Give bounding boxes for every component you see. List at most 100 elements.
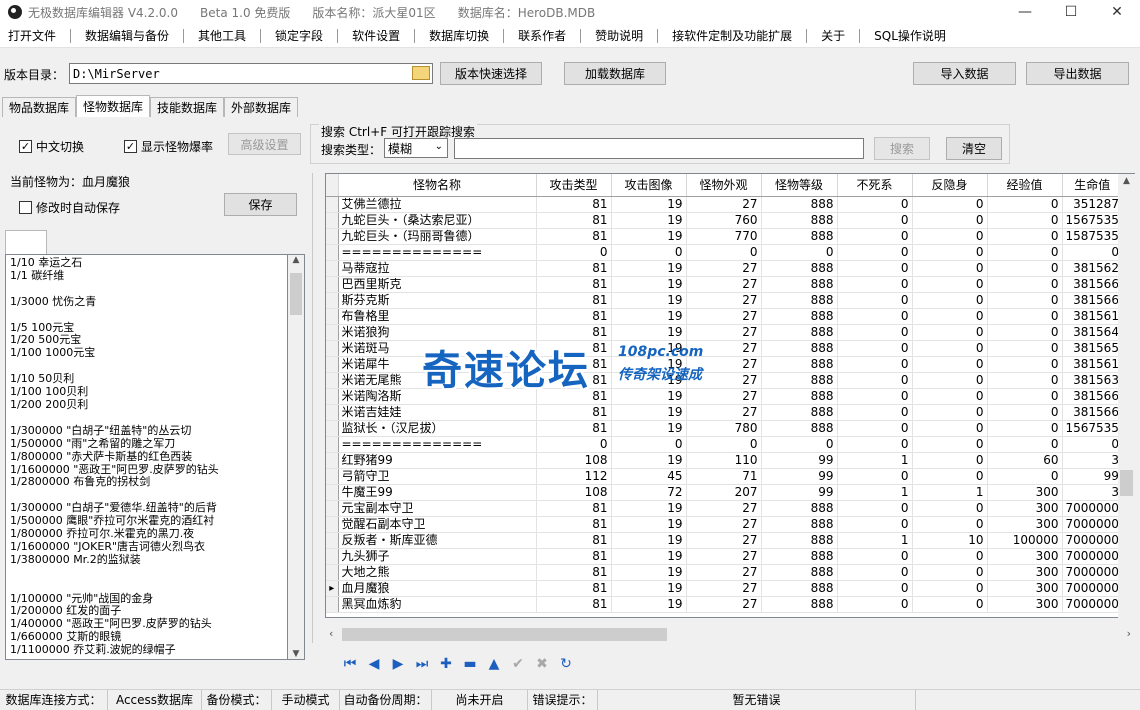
table-cell[interactable]: 0 <box>987 356 1063 373</box>
row-indicator[interactable] <box>326 324 339 341</box>
table-cell[interactable]: 0 <box>912 292 988 309</box>
table-cell[interactable]: 888 <box>761 372 838 389</box>
table-cell[interactable]: 0 <box>987 244 1063 261</box>
table-cell[interactable]: 0 <box>837 420 913 437</box>
menu-about[interactable]: 关于 <box>813 27 853 44</box>
table-cell[interactable]: 81 <box>536 420 612 437</box>
table-cell[interactable]: 81 <box>536 564 612 581</box>
table-cell[interactable]: 381566 <box>1062 276 1123 293</box>
table-cell[interactable]: 27 <box>686 596 762 613</box>
row-indicator[interactable] <box>326 212 339 229</box>
table-cell[interactable]: 0 <box>686 436 762 453</box>
scroll-thumb[interactable] <box>290 273 302 315</box>
row-indicator[interactable] <box>326 468 339 485</box>
table-cell[interactable]: 19 <box>611 548 687 565</box>
table-cell[interactable]: 27 <box>686 548 762 565</box>
table-cell[interactable]: 888 <box>761 548 838 565</box>
table-cell[interactable]: 888 <box>761 532 838 549</box>
table-cell[interactable]: 0 <box>912 452 988 469</box>
table-cell[interactable]: 0 <box>837 372 913 389</box>
table-cell[interactable]: ============== <box>338 244 537 261</box>
table-cell[interactable]: 27 <box>686 292 762 309</box>
table-cell[interactable]: 27 <box>686 308 762 325</box>
menu-open-file[interactable]: 打开文件 <box>0 27 64 44</box>
scroll-left-icon[interactable]: ‹ <box>329 627 333 640</box>
tab-skill-db[interactable]: 技能数据库 <box>150 97 225 117</box>
row-indicator[interactable] <box>326 532 339 549</box>
table-row[interactable]: 马蒂寇拉 81 19 27 888 0 0 0 381562 <box>326 260 1123 277</box>
table-cell[interactable]: 888 <box>761 596 838 613</box>
table-cell[interactable]: 7000000 <box>1062 564 1123 581</box>
quick-select-button[interactable]: 版本快速选择 <box>440 62 542 85</box>
table-cell[interactable]: 27 <box>686 500 762 517</box>
table-cell[interactable]: 监狱长・（汉尼拔） <box>338 420 537 437</box>
table-cell[interactable]: 381564 <box>1062 324 1123 341</box>
menu-sponsor[interactable]: 赞助说明 <box>587 27 651 44</box>
table-cell[interactable]: 888 <box>761 404 838 421</box>
row-indicator[interactable] <box>326 484 339 501</box>
table-cell[interactable]: ============== <box>338 436 537 453</box>
table-cell[interactable]: 19 <box>611 212 687 229</box>
table-cell[interactable]: 0 <box>987 420 1063 437</box>
table-cell[interactable]: 888 <box>761 580 838 597</box>
table-cell[interactable]: 0 <box>912 564 988 581</box>
row-indicator[interactable]: ▸ <box>326 580 339 597</box>
table-cell[interactable]: 888 <box>761 564 838 581</box>
table-cell[interactable]: 0 <box>837 276 913 293</box>
column-header[interactable]: 反隐身 <box>912 174 988 197</box>
table-cell[interactable]: 19 <box>611 580 687 597</box>
table-row[interactable]: 艾佛兰德拉 81 19 27 888 0 0 0 351287 <box>326 196 1123 213</box>
table-cell[interactable]: 牛魔王99 <box>338 484 537 501</box>
table-cell[interactable]: 19 <box>611 564 687 581</box>
table-cell[interactable]: 九蛇巨头・（桑达索尼亚） <box>338 212 537 229</box>
insert-record-icon[interactable]: ✚ <box>434 656 458 672</box>
table-cell[interactable]: 0 <box>912 548 988 565</box>
search-input[interactable] <box>454 138 864 159</box>
table-cell[interactable]: 0 <box>912 276 988 293</box>
table-cell[interactable]: 7000000 <box>1062 516 1123 533</box>
menu-custom-dev[interactable]: 接软件定制及功能扩展 <box>664 27 800 44</box>
menu-contact-author[interactable]: 联系作者 <box>510 27 574 44</box>
table-row[interactable]: 牛魔王99 108 72 207 99 1 1 300 3 <box>326 484 1123 501</box>
table-cell[interactable]: 110 <box>686 452 762 469</box>
table-cell[interactable]: 马蒂寇拉 <box>338 260 537 277</box>
scroll-thumb[interactable] <box>342 628 667 641</box>
table-row[interactable]: 布鲁格里 81 19 27 888 0 0 0 381561 <box>326 308 1123 325</box>
cancel-record-icon[interactable]: ✖ <box>530 656 554 672</box>
row-indicator[interactable] <box>326 276 339 293</box>
refresh-icon[interactable]: ↻ <box>554 656 578 672</box>
table-row[interactable]: 元宝副本守卫 81 19 27 888 0 0 300 7000000 <box>326 500 1123 517</box>
table-cell[interactable]: 300 <box>987 596 1063 613</box>
table-cell[interactable]: 888 <box>761 308 838 325</box>
table-cell[interactable]: 0 <box>611 244 687 261</box>
table-cell[interactable]: 0 <box>837 548 913 565</box>
table-cell[interactable]: 888 <box>761 500 838 517</box>
table-cell[interactable]: 0 <box>837 196 913 213</box>
table-cell[interactable]: 381562 <box>1062 260 1123 277</box>
column-header[interactable]: 怪物外观 <box>686 174 762 197</box>
table-cell[interactable]: 0 <box>987 196 1063 213</box>
menu-other-tools[interactable]: 其他工具 <box>190 27 254 44</box>
table-cell[interactable]: 0 <box>837 388 913 405</box>
table-cell[interactable]: 布鲁格里 <box>338 308 537 325</box>
table-cell[interactable]: 0 <box>837 324 913 341</box>
row-indicator[interactable] <box>326 564 339 581</box>
table-cell[interactable]: 888 <box>761 356 838 373</box>
table-cell[interactable]: 黑冥血炼豹 <box>338 596 537 613</box>
table-cell[interactable]: 九蛇巨头・（玛丽哥鲁德） <box>338 228 537 245</box>
table-cell[interactable]: 0 <box>912 308 988 325</box>
last-record-icon[interactable]: ⏭ <box>410 656 434 672</box>
table-cell[interactable]: 19 <box>611 532 687 549</box>
table-cell[interactable]: 19 <box>611 404 687 421</box>
table-cell[interactable]: 0 <box>987 340 1063 357</box>
table-cell[interactable]: 0 <box>912 340 988 357</box>
table-cell[interactable]: 81 <box>536 212 612 229</box>
drop-rate-list[interactable]: 1/10 幸运之石 1/1 碳纤维 1/3000 忧伤之青 1/5 100元宝 … <box>5 254 288 660</box>
table-cell[interactable]: 108 <box>536 484 612 501</box>
table-cell[interactable]: 81 <box>536 596 612 613</box>
table-cell[interactable]: 觉醒石副本守卫 <box>338 516 537 533</box>
table-cell[interactable]: 19 <box>611 292 687 309</box>
table-cell[interactable]: 7000000 <box>1062 580 1123 597</box>
row-indicator[interactable] <box>326 340 339 357</box>
table-cell[interactable]: 81 <box>536 532 612 549</box>
